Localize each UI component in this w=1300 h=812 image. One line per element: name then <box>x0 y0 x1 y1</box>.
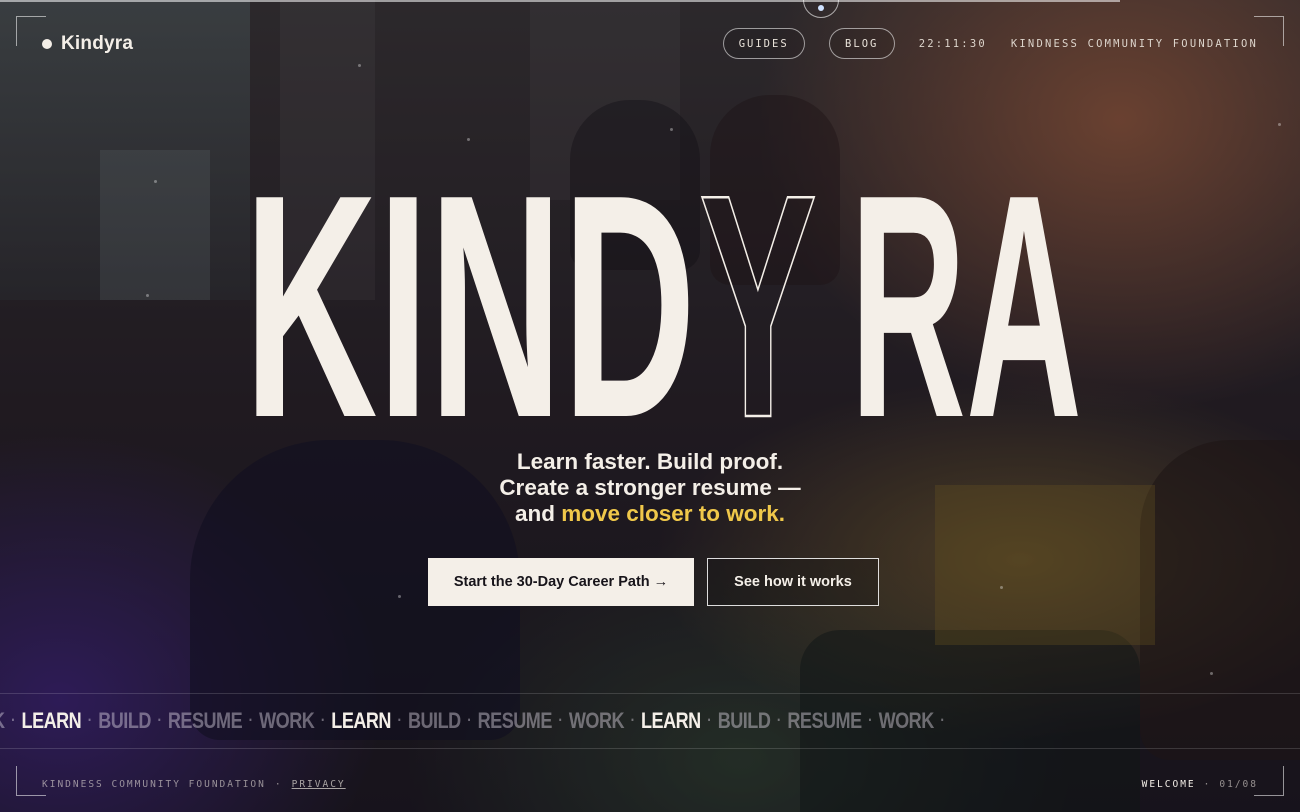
nav-guides-link[interactable]: GUIDES <box>722 28 805 59</box>
clock-readout: 22:11:30 <box>918 37 987 50</box>
marquee-word: LEARN <box>21 708 82 733</box>
see-how-it-works-button[interactable]: See how it works <box>707 558 879 606</box>
section-label: WELCOME <box>1141 779 1196 790</box>
brand-name: Kindyra <box>61 33 134 54</box>
marquee-word: LEARN <box>331 708 391 733</box>
tagline-line: Learn faster. Build proof. <box>516 449 784 474</box>
footer-org: KINDNESS COMMUNITY FOUNDATION <box>42 779 266 790</box>
particle-dot <box>1278 123 1281 126</box>
tagline-accent: move closer to work. <box>561 501 786 526</box>
marquee-separator: · <box>868 712 873 729</box>
particle-dot <box>146 294 149 297</box>
brand-logo[interactable]: Kindyra <box>42 33 133 55</box>
brand-dot-icon <box>42 39 52 49</box>
hero-wordmark: KIND Y RA <box>244 178 1084 428</box>
particle-dot <box>1000 586 1003 589</box>
marquee-word: RESUME <box>787 708 862 733</box>
wordmark-solid-start: KIND <box>244 178 696 428</box>
particle-dot <box>398 595 401 598</box>
particle-dot <box>1210 672 1213 675</box>
marquee-word: K <box>0 708 5 734</box>
footer-separator: · <box>1203 779 1212 790</box>
marquee-separator: · <box>320 712 325 729</box>
marquee-word: RESUME <box>167 708 243 733</box>
hero-wordmark-svg: KIND Y RA <box>244 178 1082 428</box>
footer-left: KINDNESS COMMUNITY FOUNDATION · PRIVACY <box>42 779 346 790</box>
top-progress-line <box>0 0 1120 2</box>
marquee-word: BUILD <box>98 708 151 733</box>
marquee-word: RESUME <box>477 708 553 733</box>
marquee-separator: · <box>558 712 563 729</box>
marquee-separator: · <box>248 712 253 729</box>
marquee-word: WORK <box>568 708 625 733</box>
frame-corner <box>1254 16 1284 46</box>
marquee-separator: · <box>467 712 472 729</box>
marquee-track: K · LEARN · BUILD · RESUME · WORK · LEARN · BUILD · RE… <box>0 708 951 734</box>
hero-tagline: Learn faster. Build proof. Create a stro… <box>0 449 1300 527</box>
tagline-prefix: and <box>514 501 562 526</box>
particle-dot <box>358 64 361 67</box>
particle-dot <box>670 128 673 131</box>
marquee-word: BUILD <box>407 708 461 733</box>
wordmark-solid-end: RA <box>850 178 1082 428</box>
footer-right: WELCOME · 01/08 <box>1142 779 1258 790</box>
tagline-line: Create a stronger resume — <box>499 475 801 500</box>
frame-corner <box>1254 766 1284 796</box>
marquee-separator: · <box>707 712 712 729</box>
start-career-path-button[interactable]: Start the 30-Day Career Path → <box>428 558 694 606</box>
top-nav: GUIDES BLOG 22:11:30 KINDNESS COMMUNITY … <box>722 28 1258 59</box>
particle-dot <box>154 180 157 183</box>
nav-blog-link[interactable]: BLOG <box>828 28 895 59</box>
marquee-word: BUILD <box>717 708 771 733</box>
marquee-separator: · <box>157 712 162 729</box>
privacy-link[interactable]: PRIVACY <box>292 779 346 790</box>
keyword-marquee: K · LEARN · BUILD · RESUME · WORK · LEARN · BUILD · RE… <box>0 693 1300 749</box>
org-name: KINDNESS COMMUNITY FOUNDATION <box>1010 37 1258 50</box>
particle-dot <box>467 138 470 141</box>
marquee-separator: · <box>11 712 15 729</box>
marquee-separator: · <box>940 712 945 729</box>
marquee-separator: · <box>87 712 92 729</box>
marquee-separator: · <box>397 712 402 729</box>
tagline-line: and move closer to work. <box>0 501 1300 527</box>
marquee-word: LEARN <box>641 708 701 733</box>
wordmark-outline-letter: Y <box>699 178 817 428</box>
marquee-separator: · <box>630 712 635 729</box>
page-counter: 01/08 <box>1219 779 1258 790</box>
marquee-word: WORK <box>259 708 315 733</box>
marquee-separator: · <box>776 712 781 729</box>
footer-separator: · <box>274 779 283 790</box>
marquee-word: WORK <box>878 708 935 733</box>
